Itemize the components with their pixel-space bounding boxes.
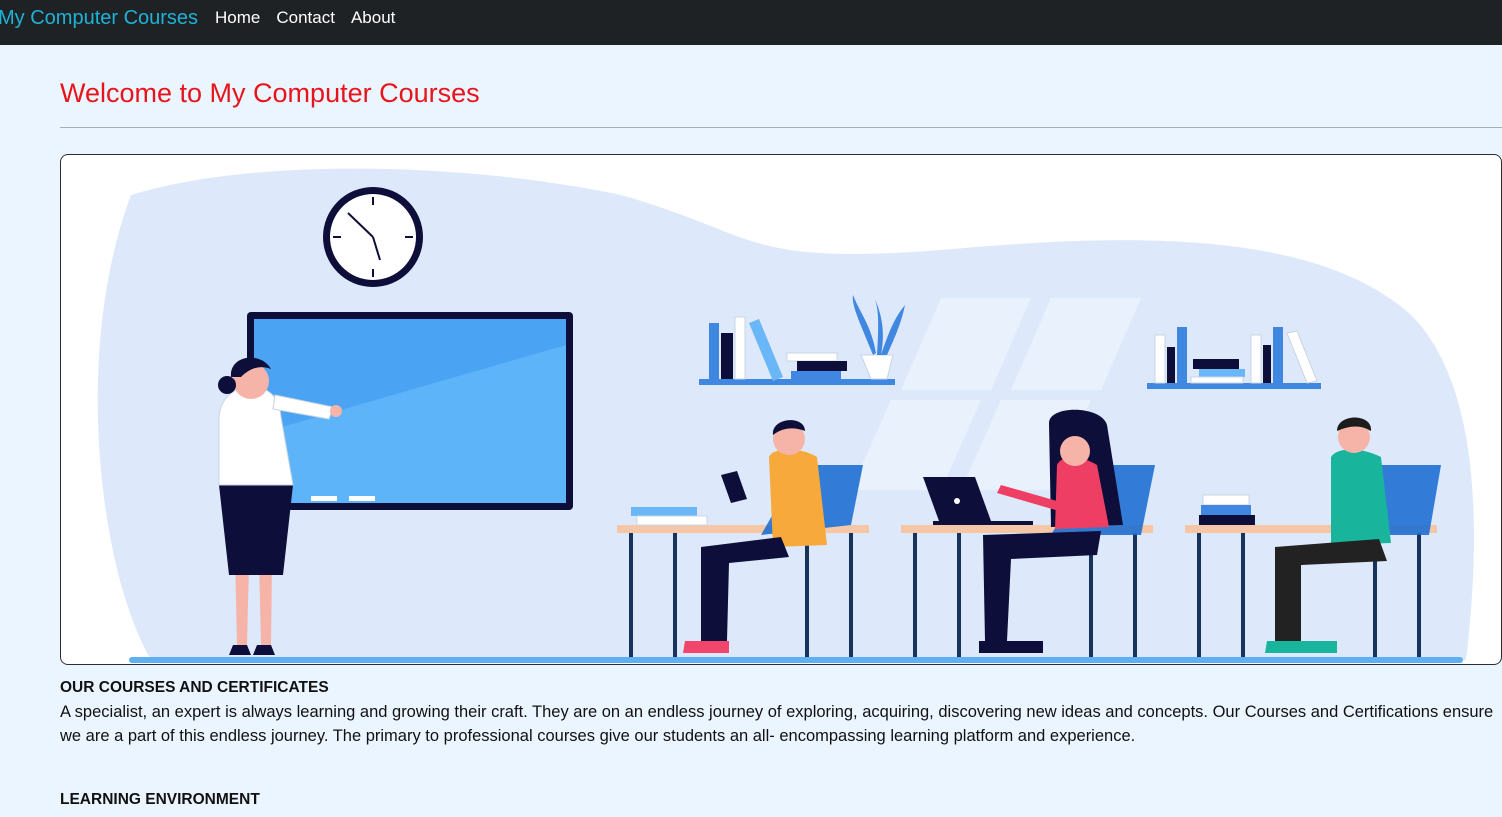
hero-image bbox=[60, 154, 1502, 665]
floor-line bbox=[129, 657, 1463, 663]
courses-heading: OUR COURSES AND CERTIFICATES bbox=[60, 679, 329, 696]
courses-paragraph: A specialist, an expert is always learni… bbox=[60, 703, 1494, 745]
nav-links: Home Contact About bbox=[215, 8, 395, 28]
title-divider bbox=[60, 127, 1502, 128]
top-navbar: My Computer Courses Home Contact About bbox=[0, 0, 1502, 45]
nav-about-link[interactable]: About bbox=[351, 8, 395, 28]
learning-environment-heading: LEARNING ENVIRONMENT bbox=[60, 791, 260, 808]
nav-home-link[interactable]: Home bbox=[215, 8, 260, 28]
brand-link[interactable]: My Computer Courses bbox=[0, 7, 198, 30]
nav-contact-link[interactable]: Contact bbox=[276, 8, 335, 28]
page-title: Welcome to My Computer Courses bbox=[60, 78, 480, 108]
clock-icon bbox=[323, 187, 423, 287]
classroom-illustration bbox=[97, 168, 1474, 663]
